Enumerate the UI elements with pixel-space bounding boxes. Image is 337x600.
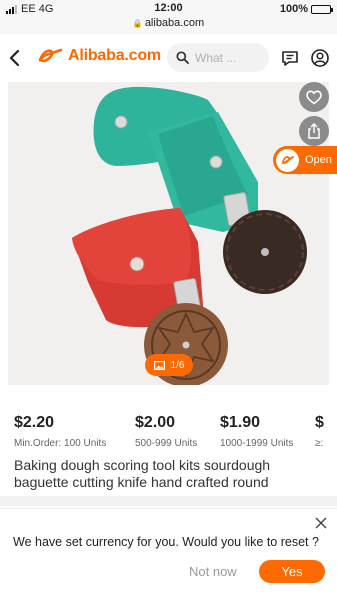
share-icon	[308, 123, 320, 139]
yes-button[interactable]: Yes	[259, 560, 325, 583]
product-photo	[72, 86, 307, 385]
not-now-button[interactable]: Not now	[189, 564, 237, 579]
price-quantity: ≥:	[315, 438, 324, 449]
message-icon[interactable]	[280, 48, 300, 68]
price-quantity: 1000-1999 Units	[220, 438, 294, 449]
price-tier-3: $1.90 1000-1999 Units	[220, 414, 293, 449]
search-icon	[176, 51, 189, 64]
price-tier-4: $ ≥:	[315, 414, 324, 449]
lock-icon: 🔒	[132, 19, 143, 28]
heart-icon	[306, 89, 322, 105]
price-tier-2: $2.00 500-999 Units	[135, 414, 197, 449]
battery-icon	[311, 4, 333, 14]
brand-name: Alibaba.com	[68, 47, 161, 64]
product-title: Baking dough scoring tool kits sourdough…	[14, 457, 271, 490]
search-placeholder: What ...	[195, 50, 237, 65]
alibaba-logo-icon	[38, 48, 63, 63]
image-icon	[153, 360, 165, 370]
battery-percent: 100%	[279, 3, 308, 15]
price-quantity: 500-999 Units	[135, 438, 198, 449]
app-header: Alibaba.com What ...	[0, 34, 337, 82]
product-image[interactable]	[8, 82, 329, 385]
account-icon[interactable]	[310, 48, 330, 68]
price-amount: $1.90	[220, 414, 261, 431]
price-tier-1: $2.20 Min.Order: 100 Units	[14, 414, 106, 449]
currency-message: We have set currency for you. Would you …	[13, 535, 319, 549]
url-bar[interactable]: 🔒 alibaba.com	[0, 17, 337, 29]
alibaba-badge-icon	[276, 148, 299, 172]
open-label: Open	[305, 154, 332, 166]
dark-round-lame	[223, 210, 307, 294]
currency-reset-prompt: We have set currency for you. Would you …	[0, 508, 337, 600]
image-counter[interactable]: 1/6	[145, 354, 193, 376]
price-quantity: Min.Order: 100 Units	[14, 438, 107, 449]
favorite-button[interactable]	[299, 82, 329, 112]
share-button[interactable]	[299, 116, 329, 146]
back-arrow-icon[interactable]	[6, 46, 24, 70]
search-input[interactable]: What ...	[167, 43, 269, 72]
open-in-app-button[interactable]: Open	[273, 146, 337, 174]
close-icon[interactable]	[315, 517, 327, 529]
url-text: alibaba.com	[144, 17, 205, 29]
status-bar: EE 4G 12:00 🔒 alibaba.com 100%	[0, 0, 337, 34]
price-tiers: $2.20 Min.Order: 100 Units $2.00 500-999…	[0, 414, 337, 454]
price-amount: $	[315, 414, 324, 431]
image-counter-text: 1/6	[170, 359, 185, 371]
status-right: 100%	[279, 3, 333, 15]
price-amount: $2.20	[14, 414, 55, 431]
section-divider	[0, 496, 337, 506]
price-amount: $2.00	[135, 414, 176, 431]
alibaba-logo[interactable]: Alibaba.com	[37, 47, 161, 65]
